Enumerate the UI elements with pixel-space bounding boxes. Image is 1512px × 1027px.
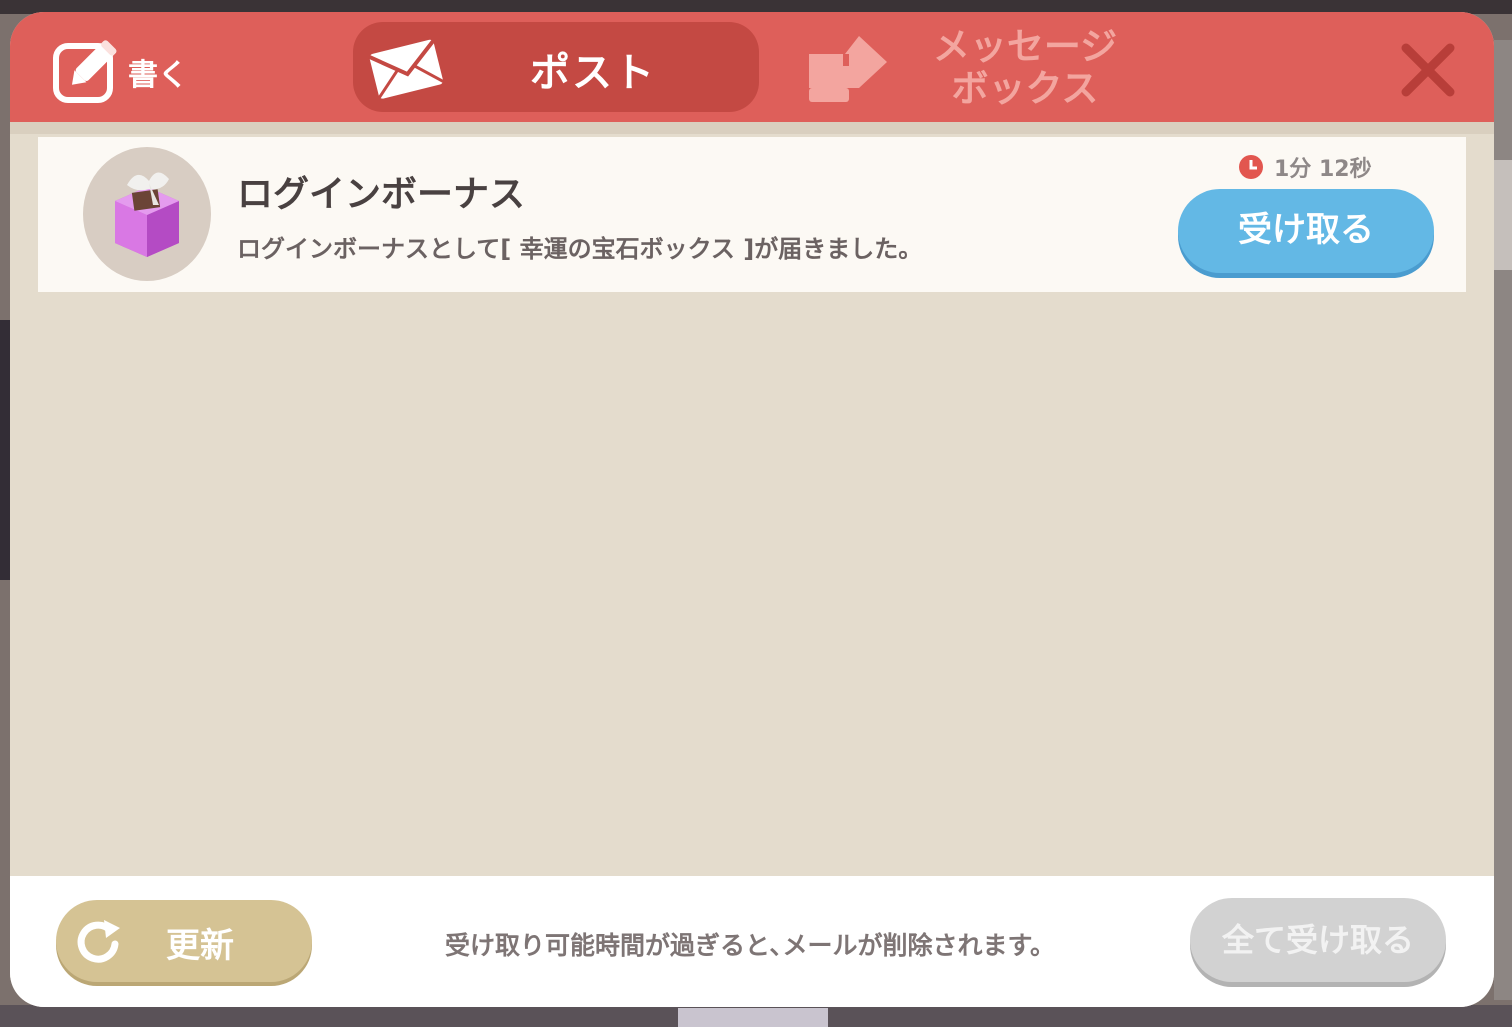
mail-title: ログインボーナス (237, 174, 526, 215)
receive-button[interactable]: 受け取る (1178, 189, 1434, 273)
close-icon[interactable] (1398, 40, 1458, 100)
write-button[interactable]: 書く (52, 32, 202, 106)
receive-all-button[interactable]: 全て受け取る (1190, 898, 1446, 982)
pencil-icon (53, 40, 117, 103)
mail-item-icon (83, 147, 211, 281)
mailbox-dialog: 書く ポスト メッセージ ボックス ログインボーナス ログインボーナスとして[… (10, 12, 1494, 1007)
mail-body: ログインボーナスとして[ 幸運の宝石ボックス ]が届きました。 (237, 235, 923, 263)
tab-post[interactable]: ポスト (353, 22, 759, 112)
refresh-icon (77, 920, 120, 963)
mail-list: ログインボーナス ログインボーナスとして[ 幸運の宝石ボックス ]が届きました。… (10, 134, 1494, 876)
dialog-footer: 更新 受け取り可能時間が過ぎると､メールが削除されます。 全て受け取る (10, 876, 1494, 1007)
tab-message-box-label: メッセージ ボックス (932, 25, 1118, 110)
dialog-header: 書く ポスト メッセージ ボックス (10, 12, 1494, 122)
list-item: ログインボーナス ログインボーナスとして[ 幸運の宝石ボックス ]が届きました。… (38, 137, 1466, 292)
expiry-timer: 1分 12秒 (1238, 151, 1398, 183)
header-shadow (10, 122, 1494, 134)
timer-text: 1分 12秒 (1274, 157, 1372, 182)
gift-box-icon (115, 172, 179, 257)
clock-icon (1239, 155, 1263, 179)
envelope-icon (368, 39, 445, 99)
write-label: 書く (128, 58, 188, 93)
expiry-notice: 受け取り可能時間が過ぎると､メールが削除されます。 (444, 931, 1055, 960)
tab-post-label: ポスト (530, 50, 656, 96)
refresh-button[interactable]: 更新 (56, 900, 312, 982)
refresh-label: 更新 (166, 926, 234, 966)
message-box-icon (809, 36, 887, 102)
tab-message-box[interactable]: メッセージ ボックス (795, 18, 1155, 118)
